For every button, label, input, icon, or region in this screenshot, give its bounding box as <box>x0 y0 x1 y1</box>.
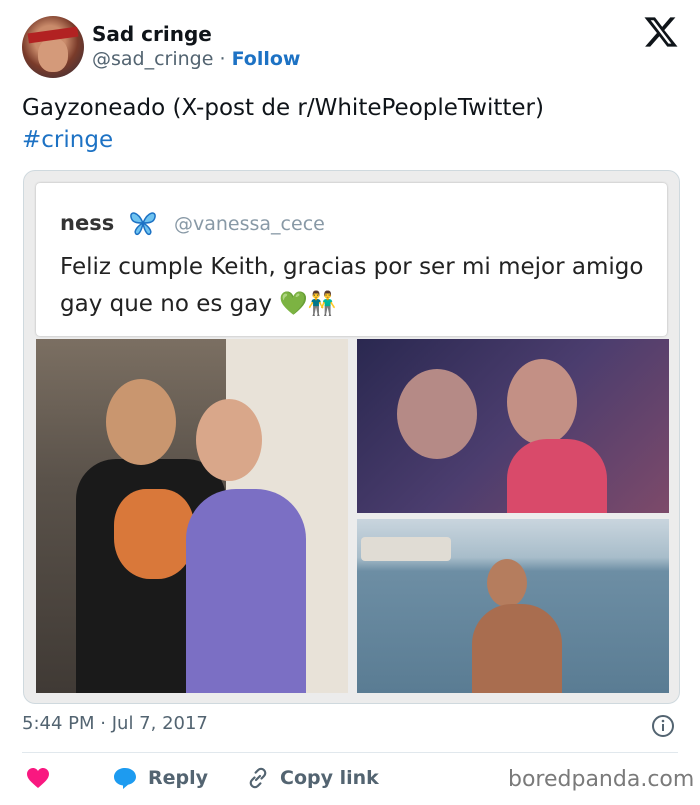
follow-button[interactable]: Follow <box>232 48 301 70</box>
action-bar: Reply Copy link <box>22 762 379 794</box>
photo-night-head-right <box>507 359 577 445</box>
divider <box>22 752 678 753</box>
watermark: boredpanda.com <box>508 767 695 792</box>
x-logo-icon[interactable] <box>643 14 679 50</box>
photo-swimmer-body <box>472 604 562 693</box>
timestamp-separator: · <box>100 713 106 734</box>
link-icon <box>249 767 267 789</box>
heart-icon <box>27 768 49 788</box>
reply-label: Reply <box>148 767 209 789</box>
butterfly-icon <box>130 212 156 236</box>
avatar-face <box>38 38 68 72</box>
tweet-body: Gayzoneado (X-post de r/WhitePeopleTwitt… <box>22 95 544 121</box>
photo-couple-indoor <box>36 339 348 693</box>
author-display-name[interactable]: Sad cringe <box>92 22 212 46</box>
photo-shirt-graphic <box>114 489 194 579</box>
reply-button[interactable]: Reply <box>112 766 208 790</box>
tweet-date[interactable]: Jul 7, 2017 <box>112 713 208 734</box>
copy-link-label: Copy link <box>280 767 379 789</box>
embedded-tweet-card: ness @vanessa_cece Feliz cumple Keith, g… <box>36 183 667 336</box>
tweet-time[interactable]: 5:44 PM <box>22 713 95 734</box>
photo-couple-night <box>357 339 669 513</box>
copy-link-button[interactable]: Copy link <box>246 766 379 790</box>
embedded-tweet-text: Feliz cumple Keith, gracias por ser mi m… <box>60 254 644 317</box>
photo-head-left <box>106 379 176 465</box>
embedded-tweet-handle: @vanessa_cece <box>174 213 325 235</box>
embedded-tweet-name: ness <box>60 211 115 235</box>
info-icon[interactable] <box>651 714 675 738</box>
photo-head-right <box>196 399 262 481</box>
like-button[interactable] <box>26 767 60 789</box>
photo-lake <box>357 519 669 693</box>
photo-night-shirt <box>507 439 607 513</box>
tweet-media[interactable]: ness @vanessa_cece Feliz cumple Keith, g… <box>23 170 680 704</box>
hashtag-link[interactable]: #cringe <box>22 124 672 156</box>
author-handle-row: @sad_cringe · Follow <box>92 48 300 70</box>
avatar[interactable] <box>22 16 84 78</box>
photo-night-head-left <box>397 369 477 459</box>
timestamp-row[interactable]: 5:44 PM · Jul 7, 2017 <box>22 713 208 734</box>
photo-swimmer-head <box>487 559 527 607</box>
tweet-text: Gayzoneado (X-post de r/WhitePeopleTwitt… <box>22 92 672 156</box>
reply-bubble-icon <box>114 768 136 789</box>
photo-hoodie <box>186 489 306 693</box>
author-handle[interactable]: @sad_cringe <box>92 48 213 70</box>
handle-separator: · <box>219 48 226 70</box>
photo-boat <box>361 537 451 561</box>
